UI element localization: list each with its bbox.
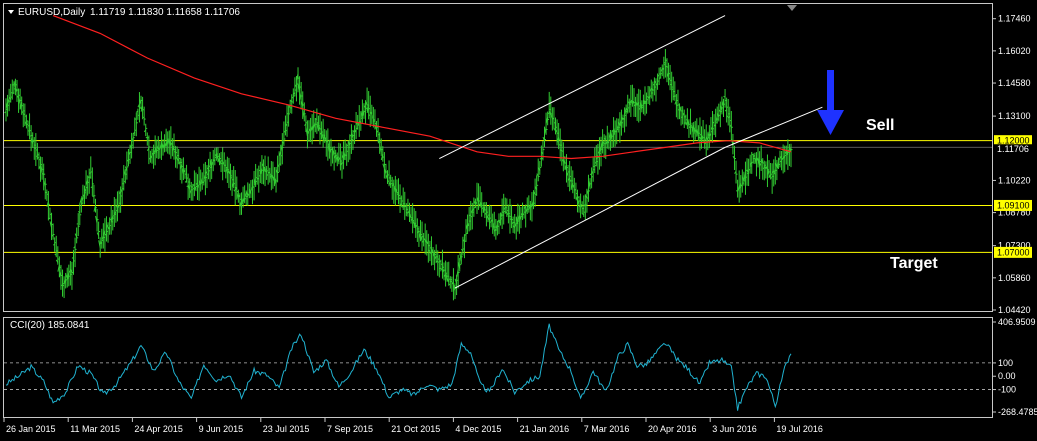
cci-tick-label: -268.4785 — [998, 407, 1037, 417]
price-tick-label: 1.17460 — [998, 14, 1031, 24]
time-tick-label: 7 Sep 2015 — [327, 424, 373, 434]
target-annotation: Target — [890, 255, 938, 272]
chart-background — [0, 0, 1037, 441]
time-tick-label: 21 Jan 2016 — [520, 424, 570, 434]
price-tick-label: 1.13100 — [998, 111, 1031, 121]
price-tick-label: 1.04420 — [998, 305, 1031, 315]
time-tick-label: 21 Oct 2015 — [391, 424, 440, 434]
current-price-tag: 1.11706 — [994, 144, 1032, 155]
time-tick-label: 23 Jul 2015 — [263, 424, 310, 434]
time-tick-label: 20 Apr 2016 — [648, 424, 697, 434]
time-tick-label: 4 Dec 2015 — [455, 424, 501, 434]
chart-header: EURUSD,Daily 1.11719 1.11830 1.11658 1.1… — [8, 7, 240, 18]
level-price-tag: 1.09100 — [994, 199, 1032, 211]
cci-tick-label: 0.00 — [998, 371, 1016, 381]
cci-label: CCI(20) 185.0841 — [10, 320, 90, 331]
time-tick-label: 7 Mar 2016 — [584, 424, 630, 434]
cci-tick-label: 406.9509 — [998, 317, 1036, 327]
time-tick-label: 9 Jun 2015 — [199, 424, 244, 434]
time-tick-label: 3 Jun 2016 — [712, 424, 757, 434]
symbol-label: EURUSD,Daily — [18, 7, 85, 18]
price-tick-label: 1.10220 — [998, 175, 1031, 185]
sell-annotation: Sell — [866, 117, 894, 134]
time-tick-label: 24 Apr 2015 — [134, 424, 183, 434]
svg-text:1.11706: 1.11706 — [997, 144, 1029, 154]
svg-text:1.09100: 1.09100 — [997, 200, 1030, 210]
time-tick-label: 11 Mar 2015 — [70, 424, 120, 434]
price-chart[interactable]: EURUSD,Daily 1.11719 1.11830 1.11658 1.1… — [0, 0, 1037, 441]
svg-text:1.07000: 1.07000 — [997, 247, 1030, 257]
level-price-tag: 1.07000 — [994, 246, 1032, 258]
ohlc-quote: 1.11719 1.11830 1.11658 1.11706 — [90, 7, 240, 18]
cci-tick-label: 100 — [998, 358, 1013, 368]
time-tick-label: 26 Jan 2015 — [6, 424, 56, 434]
price-tick-label: 1.16020 — [998, 46, 1031, 56]
cci-tick-label: -100 — [998, 385, 1016, 395]
price-tick-label: 1.05860 — [998, 273, 1031, 283]
time-tick-label: 19 Jul 2016 — [776, 424, 823, 434]
price-tick-label: 1.14580 — [998, 78, 1031, 88]
